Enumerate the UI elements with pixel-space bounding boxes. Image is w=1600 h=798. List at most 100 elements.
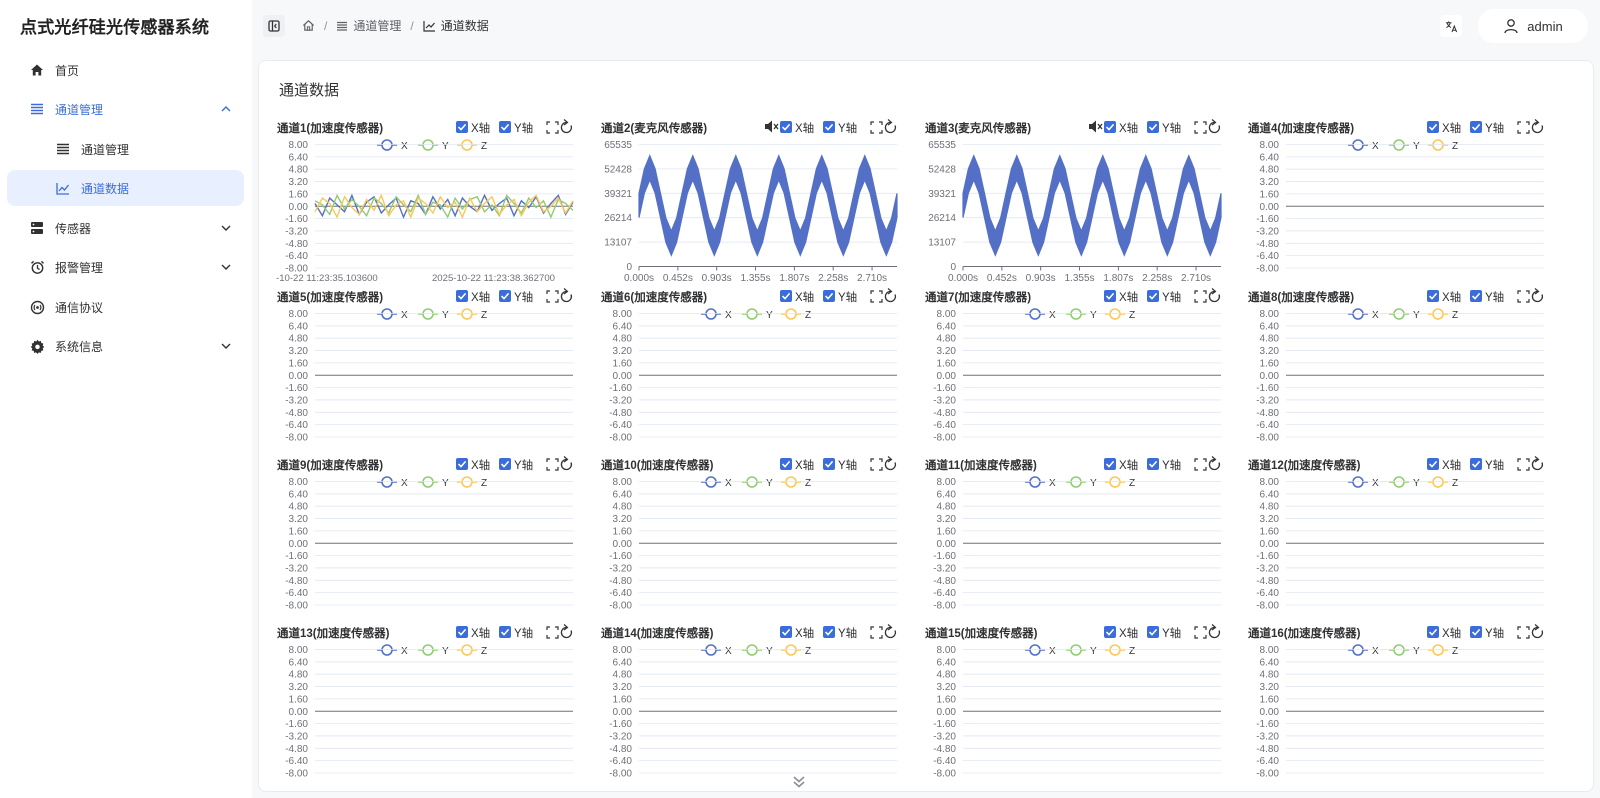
- x-axis-checkbox[interactable]: [780, 121, 792, 133]
- legend-item-z[interactable]: Z: [781, 644, 811, 657]
- fullscreen-button[interactable]: [1517, 290, 1530, 303]
- y-axis-checkbox[interactable]: [823, 626, 835, 638]
- sidebar-item-1[interactable]: 首页: [7, 52, 244, 88]
- legend-item-z[interactable]: Z: [1428, 308, 1458, 321]
- reset-button[interactable]: [1208, 288, 1221, 303]
- y-axis-checkbox[interactable]: [1470, 290, 1482, 302]
- sidebar-item-3[interactable]: 通道管理: [7, 131, 244, 167]
- legend-item-z[interactable]: Z: [457, 644, 487, 657]
- sidebar-item-2[interactable]: 通道管理: [7, 91, 244, 127]
- reset-button[interactable]: [1208, 624, 1221, 639]
- sidebar-item-6[interactable]: 报警管理: [7, 249, 244, 285]
- fullscreen-button[interactable]: [870, 626, 883, 639]
- y-axis-checkbox[interactable]: [499, 121, 511, 133]
- legend-item-x[interactable]: X: [1025, 308, 1056, 321]
- reset-button[interactable]: [884, 624, 897, 639]
- sidebar-toggle-button[interactable]: [263, 15, 285, 37]
- y-axis-checkbox[interactable]: [499, 290, 511, 302]
- legend-item-x[interactable]: X: [1348, 139, 1379, 152]
- reset-button[interactable]: [1531, 288, 1544, 303]
- y-axis-checkbox[interactable]: [823, 121, 835, 133]
- legend-item-y[interactable]: Y: [1389, 644, 1420, 657]
- legend-item-y[interactable]: Y: [1389, 139, 1420, 152]
- y-axis-checkbox[interactable]: [823, 458, 835, 470]
- reset-button[interactable]: [1208, 456, 1221, 471]
- x-axis-checkbox[interactable]: [1104, 290, 1116, 302]
- fullscreen-button[interactable]: [870, 121, 883, 134]
- x-axis-checkbox[interactable]: [456, 626, 468, 638]
- legend-item-y[interactable]: Y: [1066, 476, 1097, 489]
- fullscreen-button[interactable]: [1194, 626, 1207, 639]
- sidebar-item-7[interactable]: 通信协议: [7, 289, 244, 325]
- legend-item-z[interactable]: Z: [1428, 139, 1458, 152]
- reset-button[interactable]: [560, 624, 573, 639]
- reset-button[interactable]: [560, 456, 573, 471]
- y-axis-checkbox[interactable]: [1147, 458, 1159, 470]
- scroll-down-button[interactable]: [786, 772, 812, 792]
- legend-item-z[interactable]: Z: [1105, 308, 1135, 321]
- fullscreen-button[interactable]: [1517, 121, 1530, 134]
- legend-item-x[interactable]: X: [377, 308, 408, 321]
- reset-button[interactable]: [884, 119, 897, 134]
- breadcrumb-channel-management[interactable]: 通道管理: [336, 17, 401, 34]
- x-axis-checkbox[interactable]: [456, 290, 468, 302]
- breadcrumb-home[interactable]: [302, 19, 315, 32]
- fullscreen-button[interactable]: [1517, 626, 1530, 639]
- y-axis-checkbox[interactable]: [823, 290, 835, 302]
- fullscreen-button[interactable]: [546, 290, 559, 303]
- legend-item-y[interactable]: Y: [418, 476, 449, 489]
- user-menu-button[interactable]: admin: [1478, 9, 1588, 43]
- legend-item-y[interactable]: Y: [1066, 644, 1097, 657]
- reset-button[interactable]: [884, 288, 897, 303]
- legend-item-x[interactable]: X: [1348, 308, 1379, 321]
- x-axis-checkbox[interactable]: [780, 458, 792, 470]
- x-axis-checkbox[interactable]: [1104, 121, 1116, 133]
- legend-item-z[interactable]: Z: [457, 308, 487, 321]
- y-axis-checkbox[interactable]: [1470, 121, 1482, 133]
- x-axis-checkbox[interactable]: [1427, 458, 1439, 470]
- legend-item-x[interactable]: X: [1348, 476, 1379, 489]
- language-switch-button[interactable]: [1440, 15, 1462, 37]
- y-axis-checkbox[interactable]: [1470, 626, 1482, 638]
- legend-item-x[interactable]: X: [1025, 476, 1056, 489]
- legend-item-y[interactable]: Y: [1389, 476, 1420, 489]
- x-axis-checkbox[interactable]: [1427, 290, 1439, 302]
- fullscreen-button[interactable]: [546, 626, 559, 639]
- fullscreen-button[interactable]: [870, 458, 883, 471]
- fullscreen-button[interactable]: [1517, 458, 1530, 471]
- legend-item-x[interactable]: X: [377, 476, 408, 489]
- legend-item-x[interactable]: X: [701, 476, 732, 489]
- reset-button[interactable]: [1208, 119, 1221, 134]
- legend-item-x[interactable]: X: [1025, 644, 1056, 657]
- mute-button[interactable]: [1089, 120, 1103, 133]
- x-axis-checkbox[interactable]: [1427, 121, 1439, 133]
- fullscreen-button[interactable]: [546, 121, 559, 134]
- reset-button[interactable]: [1531, 624, 1544, 639]
- sidebar-item-4[interactable]: 通道数据: [7, 170, 244, 206]
- legend-item-z[interactable]: Z: [781, 308, 811, 321]
- fullscreen-button[interactable]: [1194, 290, 1207, 303]
- mute-button[interactable]: [765, 120, 779, 133]
- y-axis-checkbox[interactable]: [1147, 290, 1159, 302]
- legend-item-x[interactable]: X: [701, 308, 732, 321]
- x-axis-checkbox[interactable]: [780, 626, 792, 638]
- x-axis-checkbox[interactable]: [780, 290, 792, 302]
- legend-item-y[interactable]: Y: [742, 644, 773, 657]
- x-axis-checkbox[interactable]: [456, 458, 468, 470]
- x-axis-checkbox[interactable]: [1427, 626, 1439, 638]
- legend-item-y[interactable]: Y: [418, 644, 449, 657]
- fullscreen-button[interactable]: [870, 290, 883, 303]
- y-axis-checkbox[interactable]: [499, 458, 511, 470]
- y-axis-checkbox[interactable]: [499, 626, 511, 638]
- reset-button[interactable]: [560, 288, 573, 303]
- legend-item-x[interactable]: X: [377, 644, 408, 657]
- legend-item-z[interactable]: Z: [1105, 644, 1135, 657]
- legend-item-y[interactable]: Y: [742, 308, 773, 321]
- legend-item-z[interactable]: Z: [457, 139, 487, 152]
- reset-button[interactable]: [1531, 119, 1544, 134]
- legend-item-y[interactable]: Y: [1389, 308, 1420, 321]
- legend-item-y[interactable]: Y: [1066, 308, 1097, 321]
- fullscreen-button[interactable]: [1194, 121, 1207, 134]
- legend-item-z[interactable]: Z: [1105, 476, 1135, 489]
- legend-item-y[interactable]: Y: [418, 308, 449, 321]
